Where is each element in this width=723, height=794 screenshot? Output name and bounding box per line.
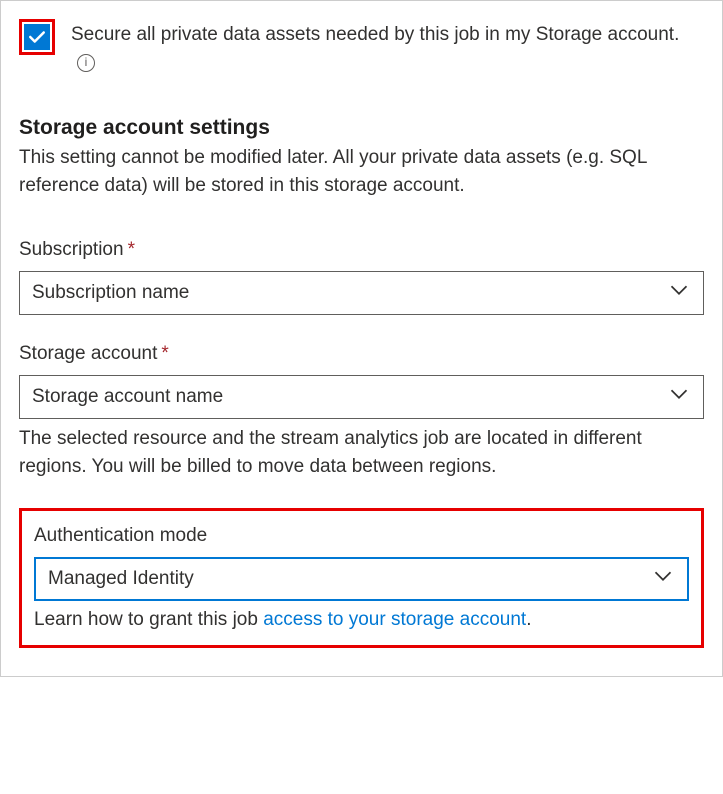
secure-assets-checkbox[interactable] [24, 24, 50, 50]
settings-panel: Secure all private data assets needed by… [0, 0, 723, 677]
chevron-down-icon [669, 384, 689, 410]
storage-account-value: Storage account name [32, 386, 223, 408]
required-indicator: * [128, 239, 135, 260]
checkbox-highlight [19, 19, 55, 55]
secure-assets-label: Secure all private data assets needed by… [71, 19, 704, 76]
auth-mode-highlight: Authentication mode Managed Identity Lea… [19, 508, 704, 648]
auth-mode-learn: Learn how to grant this job access to yo… [34, 609, 689, 631]
storage-access-link[interactable]: access to your storage account [263, 609, 526, 630]
chevron-down-icon [669, 280, 689, 306]
auth-mode-value: Managed Identity [48, 568, 194, 590]
required-indicator: * [161, 343, 168, 364]
chevron-down-icon [653, 566, 673, 592]
auth-mode-select[interactable]: Managed Identity [34, 557, 689, 601]
subscription-field: Subscription* Subscription name [19, 239, 704, 315]
subscription-select[interactable]: Subscription name [19, 271, 704, 315]
storage-account-label: Storage account* [19, 343, 704, 365]
storage-account-select[interactable]: Storage account name [19, 375, 704, 419]
section-heading: Storage account settings [19, 116, 704, 140]
storage-account-help: The selected resource and the stream ana… [19, 425, 704, 480]
subscription-label: Subscription* [19, 239, 704, 261]
subscription-value: Subscription name [32, 282, 189, 304]
info-icon[interactable]: i [77, 54, 95, 72]
storage-account-field: Storage account* Storage account name Th… [19, 343, 704, 480]
section-description: This setting cannot be modified later. A… [19, 144, 704, 199]
secure-assets-row: Secure all private data assets needed by… [19, 19, 704, 76]
check-icon [28, 28, 46, 46]
auth-mode-label: Authentication mode [34, 525, 689, 547]
